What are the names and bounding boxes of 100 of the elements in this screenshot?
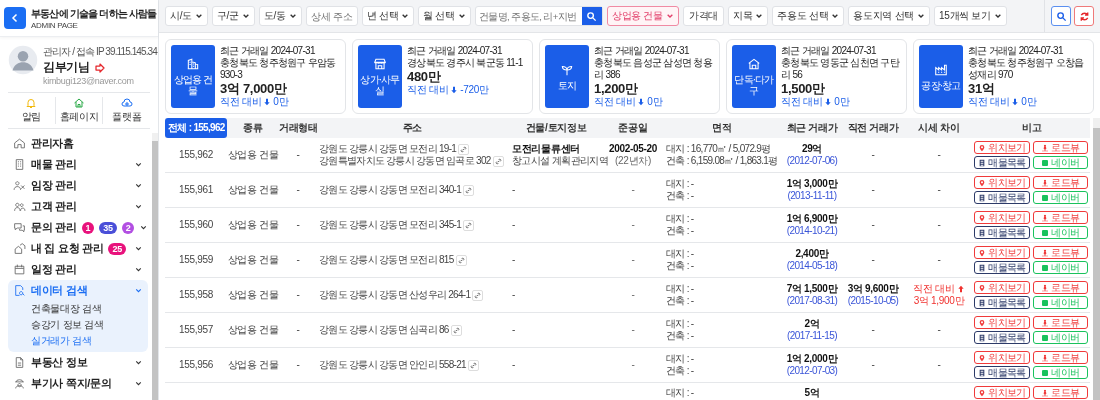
card-address: 경상북도 경주시 북군동 11-1 <box>407 57 523 69</box>
action-button[interactable]: 로드뷰 <box>1032 316 1088 329</box>
area-text: 건축 : - <box>666 190 695 202</box>
nav-item[interactable]: 임장 관리 <box>8 175 148 196</box>
search-field[interactable]: 건물명, 주용도, 리+지번 <box>474 6 603 26</box>
dropdown[interactable]: 도/동 <box>258 6 302 26</box>
action-button[interactable]: 로드뷰 <box>1032 141 1088 154</box>
action-button[interactable]: 위치보기 <box>974 211 1030 224</box>
row-number: 155,959 <box>178 254 214 265</box>
dropdown[interactable]: 15개씩 보기 <box>934 6 1007 26</box>
category-label: 단독·다가구 <box>733 74 775 96</box>
action-button[interactable]: 매물목록 <box>974 296 1030 309</box>
nav-item[interactable]: 부기사 쪽지/문의 <box>8 373 148 394</box>
action-button[interactable]: 매물목록 <box>974 191 1030 204</box>
dropdown[interactable]: 지목 <box>727 6 769 26</box>
scrollbar[interactable] <box>1093 118 1100 400</box>
action-button[interactable]: 로드뷰 <box>1032 351 1088 364</box>
link-icon[interactable] <box>492 155 504 167</box>
submenu-item[interactable]: 건축물대장 검색 <box>31 301 148 317</box>
price-range-button[interactable]: 가격대 <box>682 6 724 26</box>
summary-card[interactable]: 공장·창고 최근 거래일 2024-07-31 충청북도 청주청원구 오창읍 성재리 970 31억 직전 대비 0만 <box>913 39 1094 114</box>
action-button[interactable]: 매물목록 <box>974 331 1030 344</box>
action-button[interactable]: 로드뷰 <box>1032 176 1088 189</box>
back-button[interactable] <box>4 7 26 29</box>
user-email: kimbugi123@naver.com <box>43 76 135 86</box>
chevron-icon <box>134 379 143 388</box>
dropdown[interactable]: 용도지역 선택 <box>848 6 931 26</box>
building-info: - <box>512 254 516 265</box>
nav-item[interactable]: 매물 관리 <box>8 154 148 175</box>
dropdown[interactable]: 주용도 선택 <box>772 6 845 26</box>
column-header: 직전 거래가 <box>846 121 900 135</box>
link-icon[interactable] <box>463 184 474 196</box>
quick-link[interactable]: 알림 <box>8 97 55 124</box>
recent-price: 5억 <box>803 386 821 399</box>
nav-item[interactable]: 데이터 검색 <box>8 280 148 301</box>
total-tab[interactable]: 전체 : 155,962 <box>165 118 227 138</box>
completion-date: 2002-05-20 <box>607 143 659 155</box>
action-button[interactable]: 로드뷰 <box>1032 211 1088 224</box>
building-icon <box>186 57 200 71</box>
link-icon[interactable] <box>463 219 474 231</box>
area-text: 건축 : - <box>666 225 695 237</box>
link-icon[interactable] <box>450 324 462 336</box>
network-icon <box>120 97 133 109</box>
address-text: 강원도 강릉시 강동면 안인리 558-21 <box>319 359 466 371</box>
dropdown[interactable]: 시/도 <box>165 6 208 26</box>
dropdown[interactable]: 구/군 <box>211 6 255 26</box>
trade-date: 최근 거래일 2024-07-31 <box>594 45 690 57</box>
chevron-icon <box>139 223 149 232</box>
search-button[interactable] <box>581 7 602 25</box>
users-icon <box>13 200 26 213</box>
address-field[interactable]: 상세 주소 <box>305 6 358 26</box>
count-badge: 1 <box>81 221 95 234</box>
action-button[interactable]: 매물목록 <box>974 366 1030 379</box>
refresh-button[interactable] <box>1074 6 1094 26</box>
summary-card[interactable]: 상가·사무실 최근 거래일 2024-07-31 경상북도 경주시 북군동 11-1 480만 직전 대비 -720만 <box>352 39 533 114</box>
quick-link[interactable]: 플랫폼 <box>102 97 150 124</box>
square-icon <box>1041 158 1050 167</box>
change-amount: 0만 <box>647 96 663 108</box>
nav-item[interactable]: 고객 관리 <box>8 196 148 217</box>
price-difference: - <box>937 184 941 195</box>
summary-card[interactable]: 토지 최근 거래일 2024-07-31 충청북도 음성군 삼성면 청용리 386 1,200만 직전 대비 0만 <box>539 39 720 114</box>
link-icon[interactable] <box>458 143 470 155</box>
dropdown[interactable]: 월 선택 <box>418 6 471 26</box>
submenu-item[interactable]: 실거래가 검색 <box>31 333 148 349</box>
link-icon[interactable] <box>455 254 467 266</box>
nav-item[interactable]: 관리자홈 <box>8 133 148 154</box>
nav-item[interactable]: 부동산 정보 <box>8 352 148 373</box>
action-button[interactable]: 위치보기 <box>974 141 1030 154</box>
link-icon[interactable] <box>467 359 479 371</box>
chevron-down-icon <box>194 12 203 20</box>
action-button[interactable]: 위치보기 <box>974 316 1030 329</box>
deal-type: - <box>296 219 300 230</box>
submenu-item[interactable]: 승강기 정보 검색 <box>31 317 148 333</box>
dropdown[interactable]: 상업용 건물 <box>606 6 679 26</box>
dropdown[interactable]: 년 선택 <box>361 6 415 26</box>
link-icon[interactable] <box>472 289 484 301</box>
pin-icon <box>978 388 987 397</box>
action-button[interactable]: 매물목록 <box>974 226 1030 239</box>
action-button[interactable]: 매물목록 <box>974 261 1030 274</box>
scrollbar[interactable] <box>152 133 158 400</box>
action-button[interactable]: 위치보기 <box>974 386 1030 399</box>
action-button[interactable]: 위치보기 <box>974 246 1030 259</box>
quick-link[interactable]: 홈페이지 <box>54 97 103 124</box>
logout-icon[interactable] <box>93 61 106 74</box>
nav-item[interactable]: 문의 관리 1 35 2 <box>8 217 148 238</box>
chevron-icon <box>134 358 143 367</box>
action-button[interactable]: 위치보기 <box>974 176 1030 189</box>
nav-item[interactable]: 일정 관리 <box>8 259 148 280</box>
search-button[interactable] <box>1051 6 1071 26</box>
action-button[interactable]: 매물목록 <box>974 156 1030 169</box>
property-type: 상업용 건물 <box>227 289 279 300</box>
action-button[interactable]: 로드뷰 <box>1032 281 1088 294</box>
home-icon <box>13 137 26 150</box>
change-label: 직전 대비 <box>781 96 823 108</box>
house-icon <box>13 242 26 255</box>
action-button[interactable]: 로드뷰 <box>1032 246 1088 259</box>
action-button[interactable]: 위치보기 <box>974 281 1030 294</box>
nav-item[interactable]: 내 집 요청 관리 25 <box>8 238 148 259</box>
action-button[interactable]: 로드뷰 <box>1032 386 1088 399</box>
action-button[interactable]: 위치보기 <box>974 351 1030 364</box>
